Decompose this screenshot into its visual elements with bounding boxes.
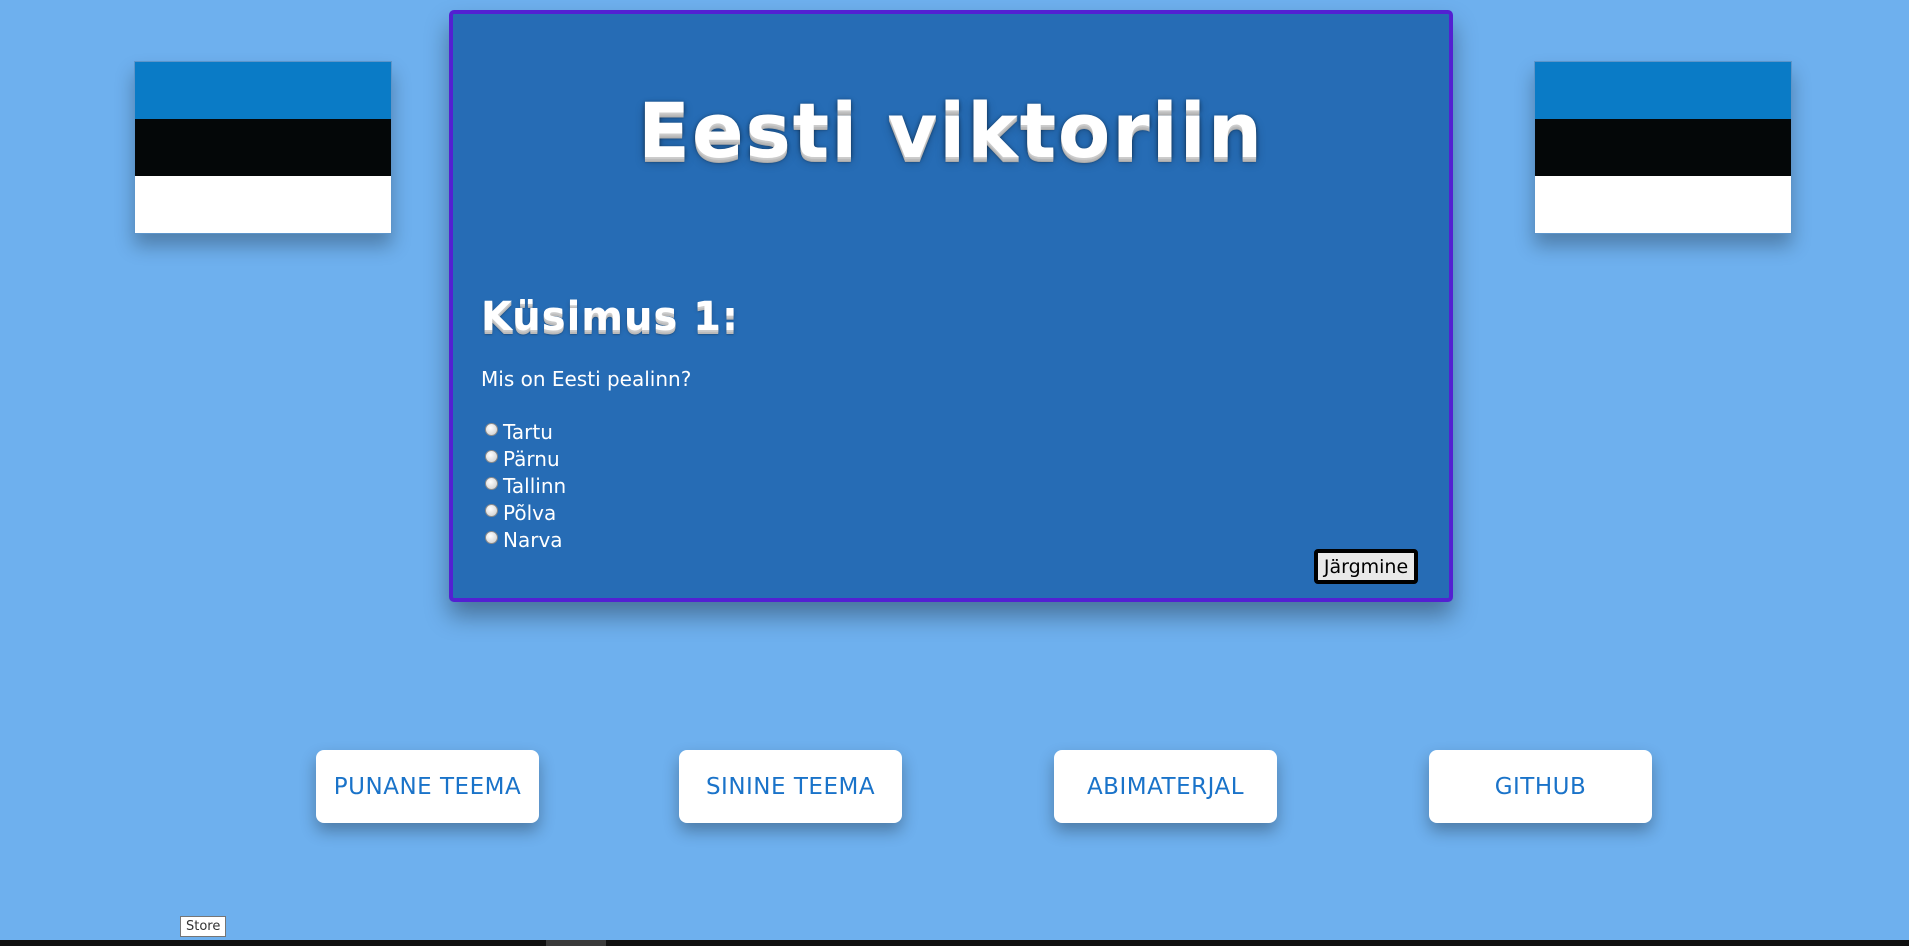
flag-stripe-blue [1535,62,1791,119]
answer-option-label: Põlva [503,500,557,525]
flag-stripe-black [1535,119,1791,176]
flag-stripe-white [135,176,391,233]
answer-option-polva[interactable]: Põlva [485,499,566,526]
github-button[interactable]: GITHUB [1429,750,1652,823]
radio-button[interactable] [485,477,498,490]
radio-button[interactable] [485,531,498,544]
quiz-panel: Eesti viktoriin Küsimus 1: Mis on Eesti … [449,10,1453,602]
answer-options: Tartu Pärnu Tallinn Põlva Narva [485,418,566,553]
taskbar-item[interactable] [546,940,606,946]
reference-material-button[interactable]: ABIMATERJAL [1054,750,1277,823]
blue-theme-button[interactable]: SININE TEEMA [679,750,902,823]
answer-option-tartu[interactable]: Tartu [485,418,566,445]
answer-option-label: Tallinn [503,473,567,498]
question-heading: Küsimus 1: [481,294,740,340]
radio-button[interactable] [485,504,498,517]
answer-option-label: Tartu [503,419,553,444]
next-button[interactable]: Järgmine [1314,549,1418,584]
flag-stripe-black [135,119,391,176]
radio-button[interactable] [485,450,498,463]
flag-stripe-white [1535,176,1791,233]
answer-option-tallinn[interactable]: Tallinn [485,472,566,499]
answer-option-label: Pärnu [503,446,560,471]
taskbar [0,940,1909,946]
answer-option-label: Narva [503,527,563,552]
flag-stripe-blue [135,62,391,119]
question-text: Mis on Eesti pealinn? [481,367,692,391]
estonian-flag-left [134,61,392,234]
store-tooltip: Store [180,916,227,937]
red-theme-button[interactable]: PUNANE TEEMA [316,750,539,823]
answer-option-narva[interactable]: Narva [485,526,566,553]
answer-option-parnu[interactable]: Pärnu [485,445,566,472]
estonian-flag-right [1534,61,1792,234]
page-title: Eesti viktoriin [638,86,1264,175]
radio-button[interactable] [485,423,498,436]
